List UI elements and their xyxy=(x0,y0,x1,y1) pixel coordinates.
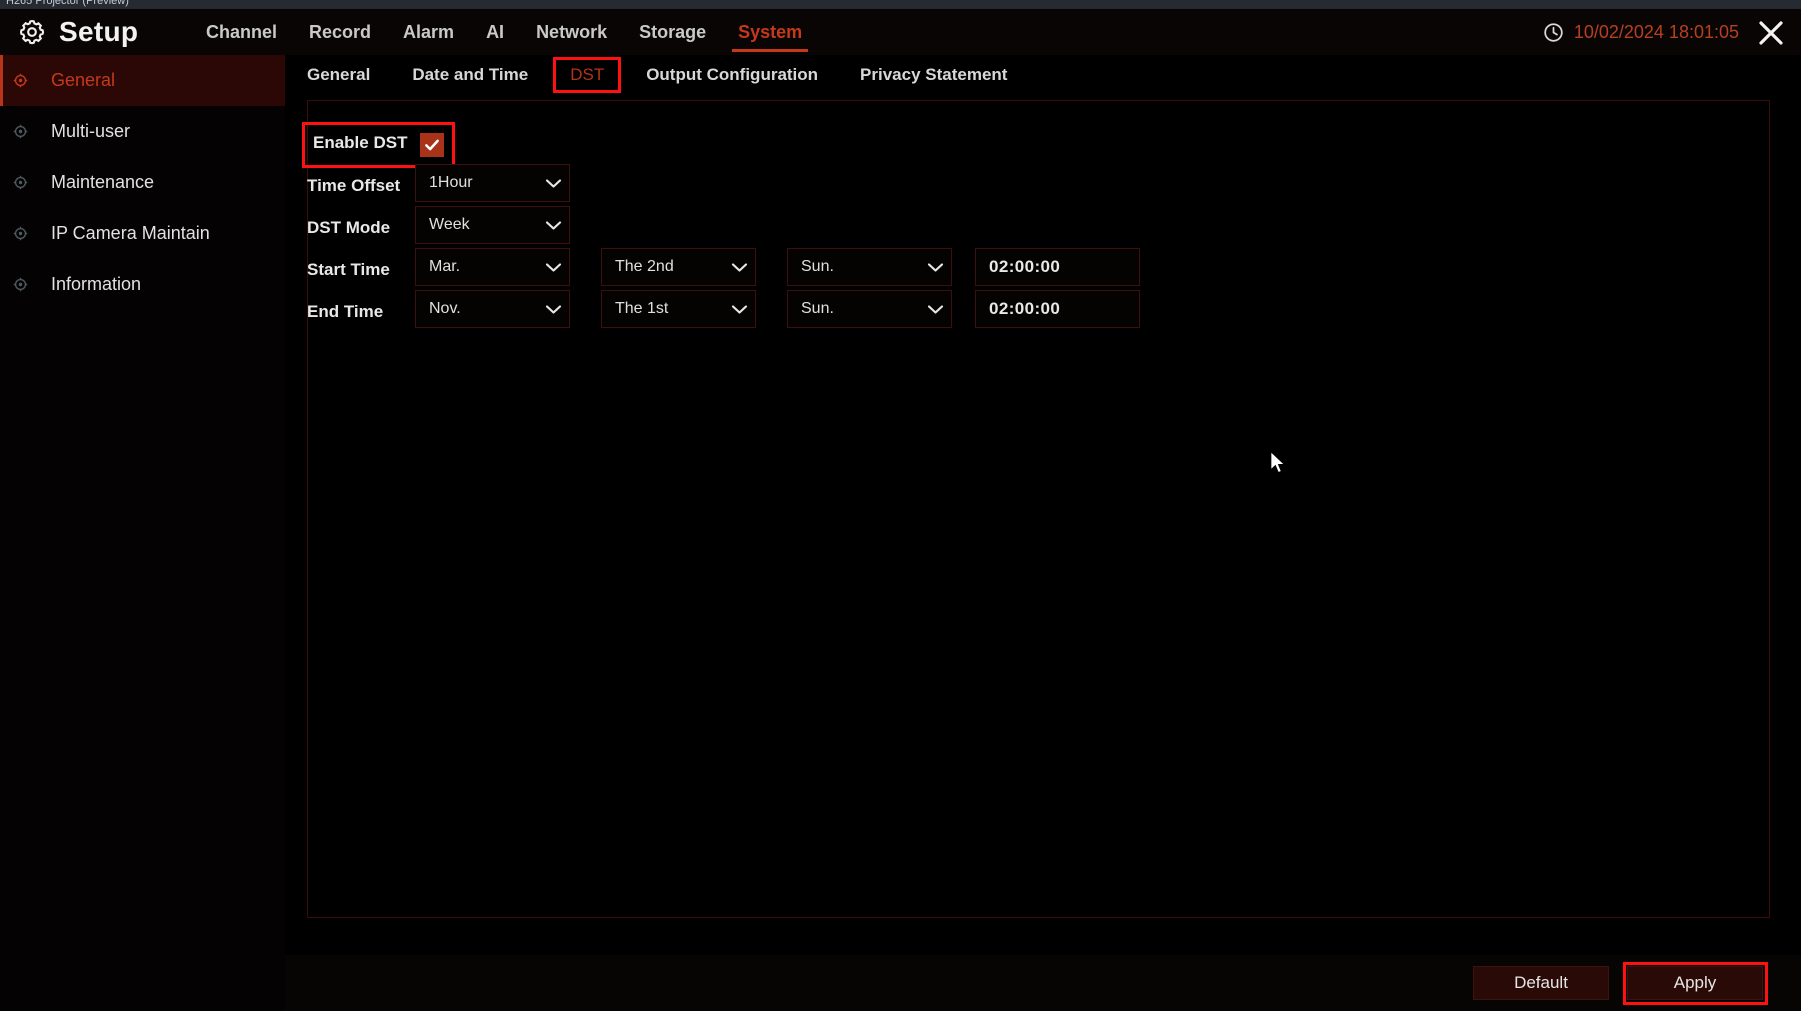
enable-dst-checkbox[interactable] xyxy=(420,133,444,157)
brand: Setup xyxy=(18,9,138,55)
sidebar-item-label: Information xyxy=(51,274,142,294)
start-time-row: Start Time xyxy=(307,251,390,289)
chevron-down-icon xyxy=(537,304,569,315)
tab-label: Output Configuration xyxy=(646,65,819,84)
end-time-week-select[interactable]: The 1st xyxy=(601,290,756,328)
start-time-weekday-select[interactable]: Sun. xyxy=(787,248,952,286)
tab-output-configuration[interactable]: Output Configuration xyxy=(632,60,832,90)
nav-label: Alarm xyxy=(403,21,455,42)
end-time-weekday-value: Sun. xyxy=(801,300,834,317)
target-icon xyxy=(12,276,29,293)
clock-icon xyxy=(1543,22,1564,43)
main-nav: Channel Record Alarm AI Network Storage … xyxy=(190,9,818,55)
end-time-row: End Time xyxy=(307,293,383,331)
end-time-month-value: Nov. xyxy=(429,300,461,317)
chevron-down-icon xyxy=(537,178,569,189)
nav-item-system[interactable]: System xyxy=(722,9,818,55)
os-titlebar-title: H265 Projector (Preview) xyxy=(6,0,129,7)
sidebar-item-label: General xyxy=(51,70,116,90)
sidebar: General Multi-user Maintenance IP Camera… xyxy=(0,55,285,1011)
end-time-value: 02:00:00 xyxy=(989,299,1061,318)
sidebar-item-maintenance[interactable]: Maintenance xyxy=(0,157,285,208)
dst-mode-row: DST Mode xyxy=(307,209,390,247)
nav-item-channel[interactable]: Channel xyxy=(190,9,293,55)
time-offset-label: Time Offset xyxy=(307,176,401,195)
end-time-label: End Time xyxy=(307,302,384,321)
target-icon xyxy=(12,225,29,242)
nav-label: Channel xyxy=(206,21,278,42)
sidebar-item-general[interactable]: General xyxy=(0,55,285,106)
chevron-down-icon xyxy=(537,262,569,273)
start-time-input[interactable]: 02:00:00 xyxy=(975,248,1140,286)
close-icon[interactable] xyxy=(1753,17,1789,49)
tab-label: Date and Time xyxy=(412,65,529,84)
sidebar-item-information[interactable]: Information xyxy=(0,259,285,310)
time-offset-select[interactable]: 1Hour xyxy=(415,164,570,202)
tab-label: General xyxy=(307,65,371,84)
nvr-setup-screen: H265 Projector (Preview) Setup Channel R… xyxy=(0,0,1801,1011)
datetime-text: 10/02/2024 18:01:05 xyxy=(1573,21,1739,42)
start-time-label: Start Time xyxy=(307,260,390,279)
check-icon xyxy=(425,139,439,151)
nav-item-alarm[interactable]: Alarm xyxy=(387,9,470,55)
clock-display: 10/02/2024 18:01:05 xyxy=(1543,9,1739,55)
nav-label: System xyxy=(738,21,803,42)
tab-privacy-statement[interactable]: Privacy Statement xyxy=(846,60,1021,90)
end-time-weekday-select[interactable]: Sun. xyxy=(787,290,952,328)
apply-button-label: Apply xyxy=(1673,973,1717,992)
dst-mode-label: DST Mode xyxy=(307,218,391,237)
tab-date-and-time[interactable]: Date and Time xyxy=(398,60,542,90)
default-button[interactable]: Default xyxy=(1473,966,1609,1000)
sidebar-item-ip-camera-maintain[interactable]: IP Camera Maintain xyxy=(0,208,285,259)
sidebar-item-label: Maintenance xyxy=(51,172,155,192)
nav-label: Record xyxy=(309,21,372,42)
tab-dst[interactable]: DST xyxy=(553,57,622,93)
sidebar-item-label: Multi-user xyxy=(51,121,131,141)
default-button-label: Default xyxy=(1514,973,1568,992)
chevron-down-icon xyxy=(537,220,569,231)
gear-icon xyxy=(18,18,46,46)
nav-item-network[interactable]: Network xyxy=(520,9,623,55)
nav-label: Network xyxy=(536,21,608,42)
subtab-bar: General Date and Time DST Output Configu… xyxy=(285,55,1801,95)
start-time-value: 02:00:00 xyxy=(989,257,1061,276)
chevron-down-icon xyxy=(919,262,951,273)
page-title: Setup xyxy=(59,16,139,47)
chevron-down-icon xyxy=(919,304,951,315)
sidebar-item-label: IP Camera Maintain xyxy=(51,223,210,243)
nav-label: Storage xyxy=(639,21,707,42)
tab-general[interactable]: General xyxy=(293,60,384,90)
target-icon xyxy=(12,174,29,191)
apply-button[interactable]: Apply xyxy=(1627,966,1763,1000)
nav-item-storage[interactable]: Storage xyxy=(623,9,722,55)
nav-item-ai[interactable]: AI xyxy=(470,9,520,55)
chevron-down-icon xyxy=(723,304,755,315)
dst-mode-value: Week xyxy=(429,216,470,233)
os-titlebar-strip: H265 Projector (Preview) xyxy=(0,0,1801,9)
end-time-week-value: The 1st xyxy=(615,300,669,317)
enable-dst-label: Enable DST xyxy=(313,133,408,152)
start-time-month-value: Mar. xyxy=(429,258,461,275)
nav-item-record[interactable]: Record xyxy=(293,9,387,55)
mouse-cursor xyxy=(1270,451,1287,475)
dst-mode-select[interactable]: Week xyxy=(415,206,570,244)
target-icon xyxy=(12,72,29,89)
end-time-input[interactable]: 02:00:00 xyxy=(975,290,1140,328)
nav-label: AI xyxy=(486,21,505,42)
time-offset-value: 1Hour xyxy=(429,174,473,191)
tab-label: DST xyxy=(570,65,605,84)
chevron-down-icon xyxy=(723,262,755,273)
start-time-week-value: The 2nd xyxy=(615,258,674,275)
start-time-week-select[interactable]: The 2nd xyxy=(601,248,756,286)
app-header: Setup Channel Record Alarm AI Network St… xyxy=(0,9,1801,55)
start-time-month-select[interactable]: Mar. xyxy=(415,248,570,286)
end-time-month-select[interactable]: Nov. xyxy=(415,290,570,328)
start-time-weekday-value: Sun. xyxy=(801,258,834,275)
target-icon xyxy=(12,123,29,140)
tab-label: Privacy Statement xyxy=(860,65,1008,84)
time-offset-row: Time Offset xyxy=(307,167,400,205)
sidebar-item-multi-user[interactable]: Multi-user xyxy=(0,106,285,157)
